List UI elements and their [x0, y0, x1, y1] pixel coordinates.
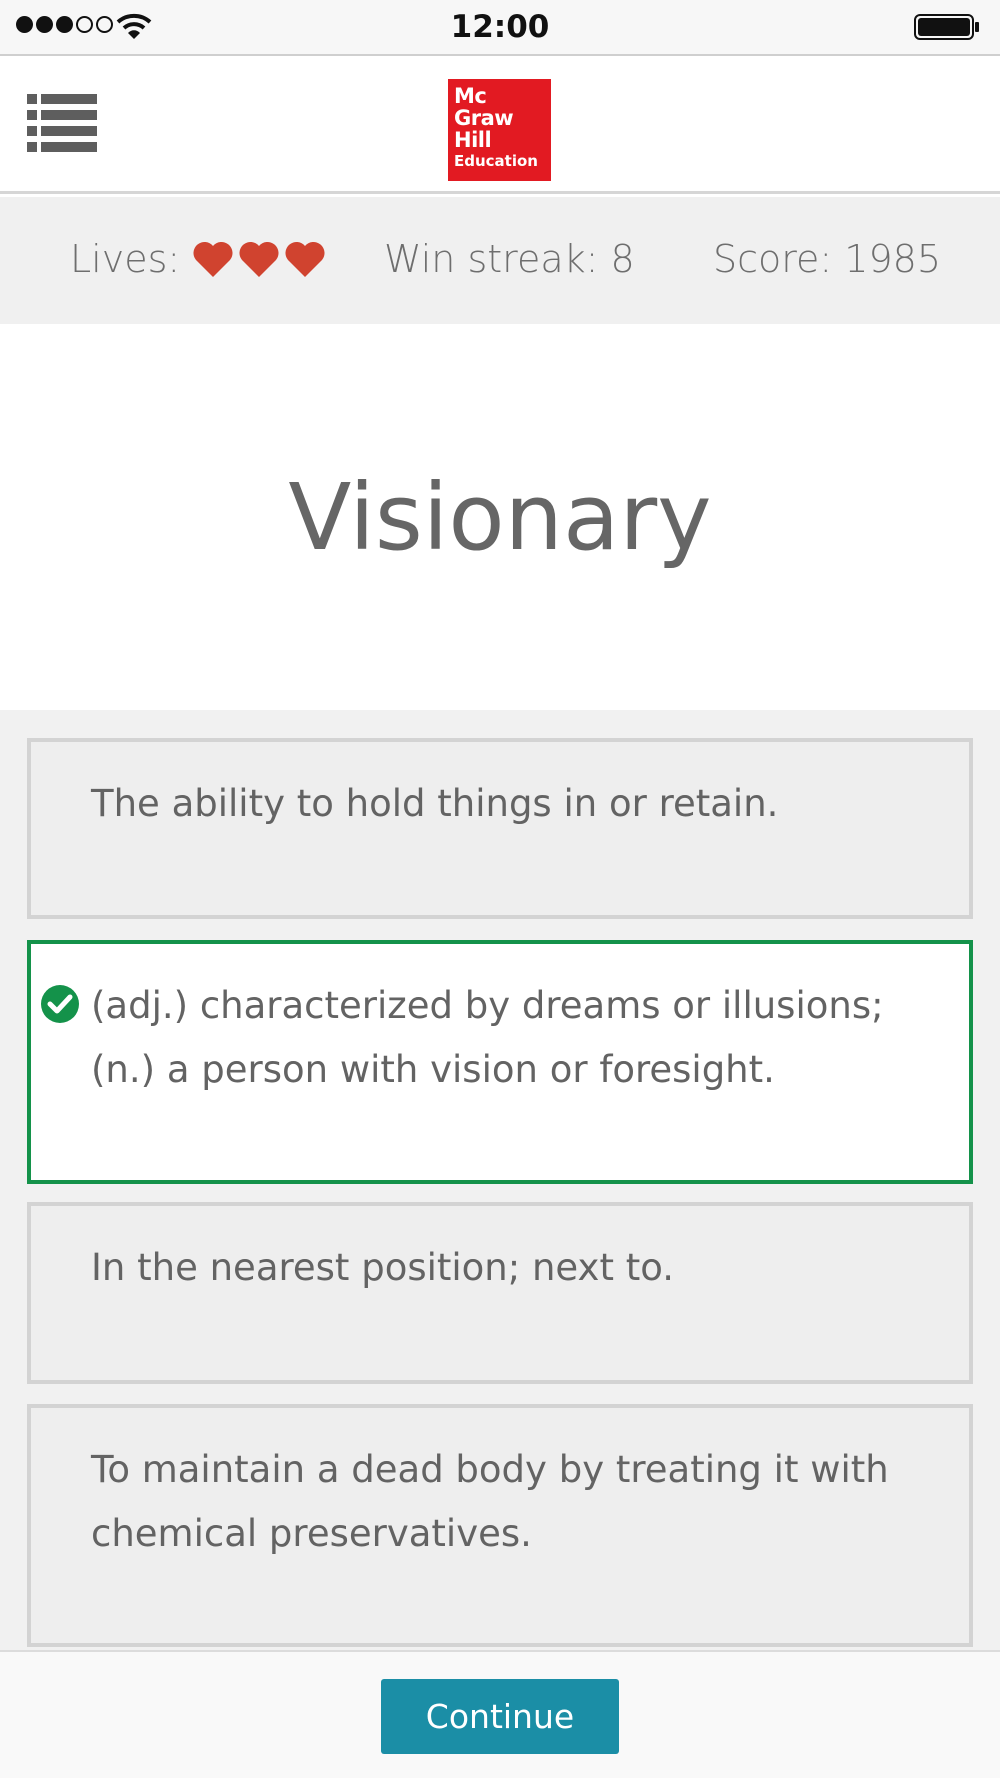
list-icon[interactable] — [27, 94, 97, 152]
answer-option-text: (adj.) characterized by dreams or illusi… — [91, 984, 884, 1091]
stats-bar: Lives: Win streak: 8 Score: 1985 — [0, 197, 1000, 324]
answer-options: The ability to hold things in or retain.… — [0, 710, 1000, 1650]
status-time: 12:00 — [450, 9, 550, 45]
heart-icon — [239, 241, 279, 277]
lives-indicator: Lives: — [70, 237, 326, 281]
heart-icon — [193, 241, 233, 277]
battery-icon — [914, 14, 979, 40]
answer-option-text: In the nearest position; next to. — [91, 1246, 674, 1289]
win-streak: Win streak: 8 — [384, 237, 635, 281]
app-header: Mc Graw Hill Education — [0, 56, 1000, 194]
answer-option[interactable]: In the nearest position; next to. — [27, 1202, 973, 1384]
question-area: Visionary — [0, 324, 1000, 710]
mcgraw-hill-logo: Mc Graw Hill Education — [448, 79, 551, 181]
logo-text: Education — [454, 152, 538, 170]
logo-text: Hill — [454, 128, 492, 152]
check-circle-icon — [41, 985, 79, 1023]
answer-option[interactable]: To maintain a dead body by treating it w… — [27, 1404, 973, 1647]
answer-option-text: The ability to hold things in or retain. — [91, 782, 779, 825]
answer-option-correct[interactable]: (adj.) characterized by dreams or illusi… — [27, 940, 973, 1184]
status-bar: 12:00 — [0, 0, 1000, 56]
lives-label: Lives: — [70, 237, 181, 281]
heart-icon — [285, 241, 325, 277]
score: Score: 1985 — [713, 237, 942, 281]
answer-option-text: To maintain a dead body by treating it w… — [91, 1448, 889, 1555]
vocabulary-word: Visionary — [288, 464, 712, 571]
hearts-group — [192, 240, 326, 278]
continue-button[interactable]: Continue — [381, 1679, 619, 1754]
logo-text: Graw — [454, 106, 514, 130]
answer-option[interactable]: The ability to hold things in or retain. — [27, 738, 973, 919]
footer-bar: Continue — [0, 1650, 1000, 1778]
logo-text: Mc — [454, 84, 487, 108]
